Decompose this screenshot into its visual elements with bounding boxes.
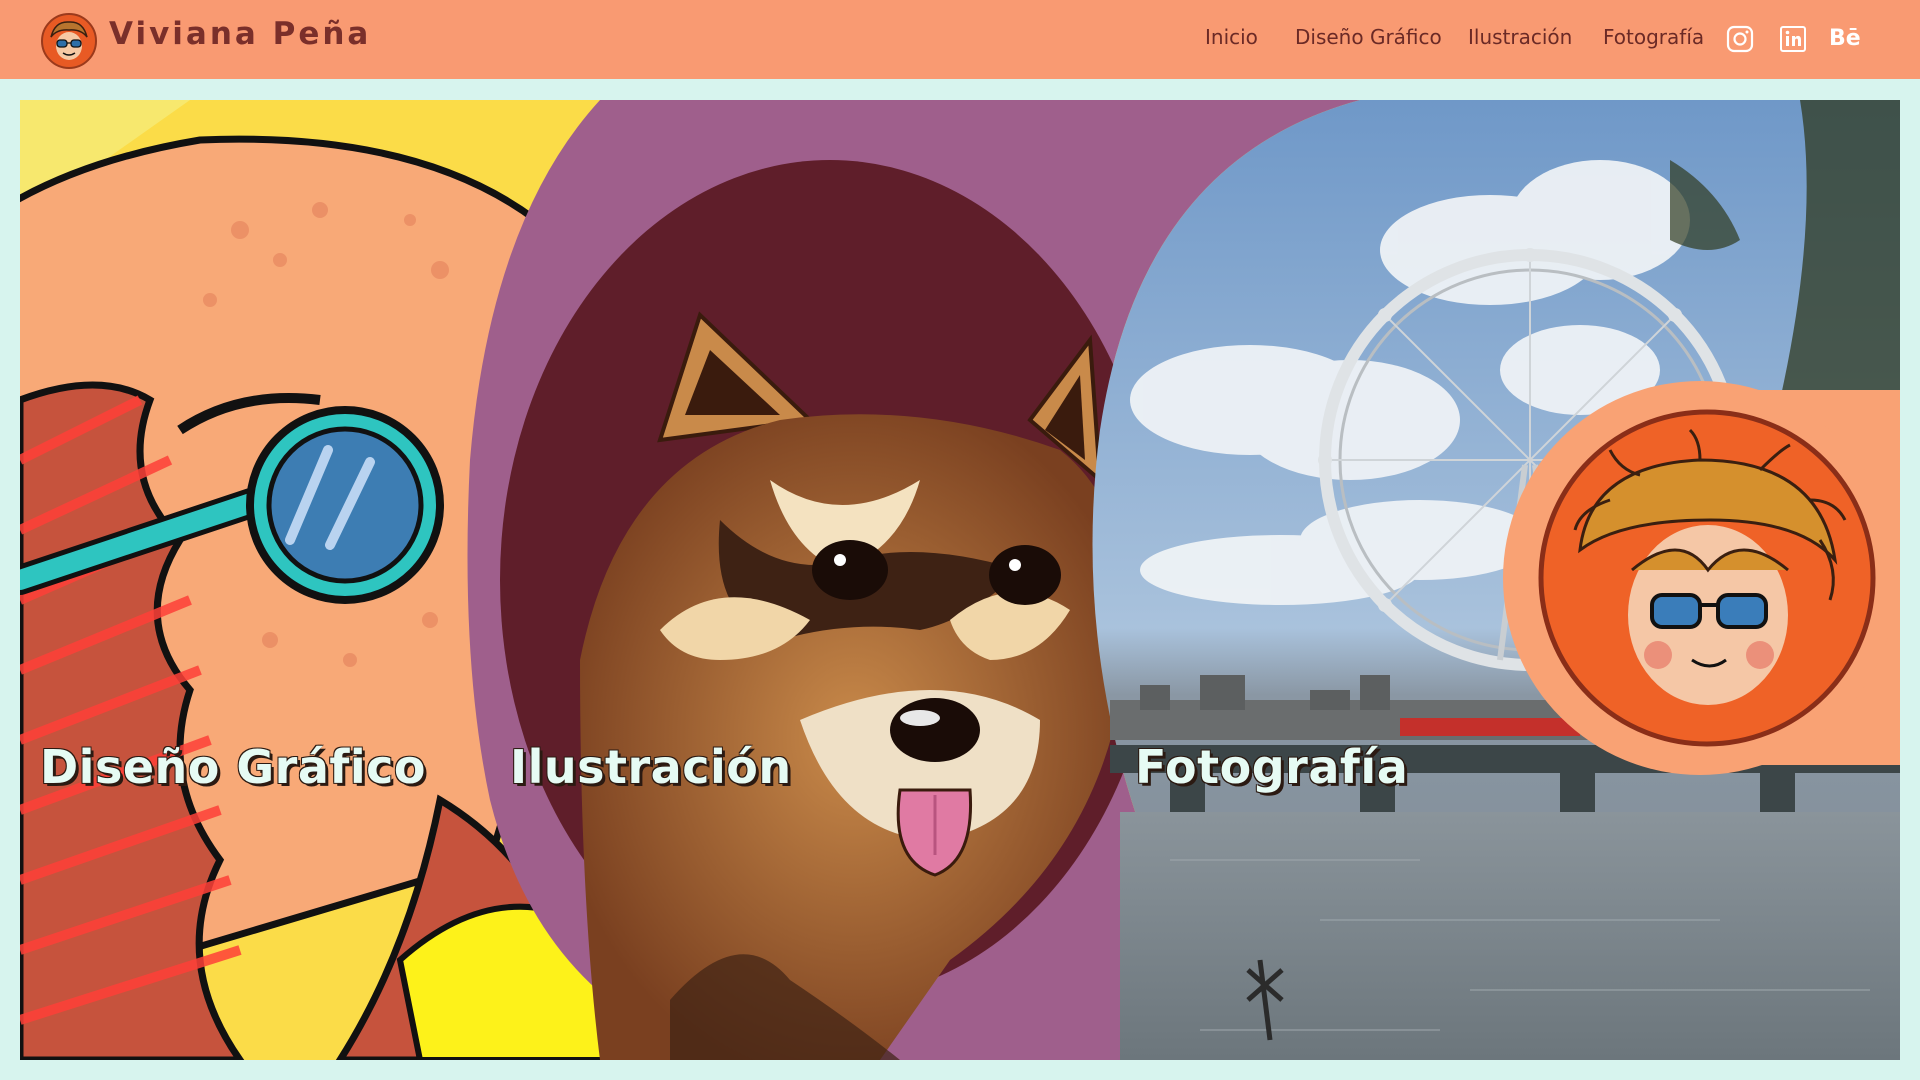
- site-title[interactable]: Viviana Peña: [109, 16, 371, 52]
- nav-fotografia[interactable]: Fotografía: [1603, 25, 1704, 55]
- avatar-logo-icon[interactable]: [41, 13, 97, 69]
- hero-artwork: [20, 100, 1900, 1060]
- hero-gallery: Diseño Gráfico Ilustración Fotografía: [20, 100, 1900, 1060]
- nav-ilustracion[interactable]: Ilustración: [1468, 25, 1572, 55]
- instagram-icon[interactable]: [1725, 24, 1755, 54]
- behance-icon[interactable]: Bē: [1829, 24, 1863, 54]
- panel-label-ilustracion[interactable]: Ilustración: [510, 740, 792, 794]
- nav-inicio[interactable]: Inicio: [1205, 25, 1258, 55]
- linkedin-icon[interactable]: [1778, 24, 1808, 54]
- panel-label-diseno-grafico[interactable]: Diseño Gráfico: [40, 740, 426, 794]
- nav-diseno-grafico[interactable]: Diseño Gráfico: [1295, 25, 1442, 55]
- panel-label-fotografia[interactable]: Fotografía: [1135, 740, 1408, 794]
- site-header: Viviana Peña Inicio Diseño Gráfico Ilust…: [0, 0, 1920, 79]
